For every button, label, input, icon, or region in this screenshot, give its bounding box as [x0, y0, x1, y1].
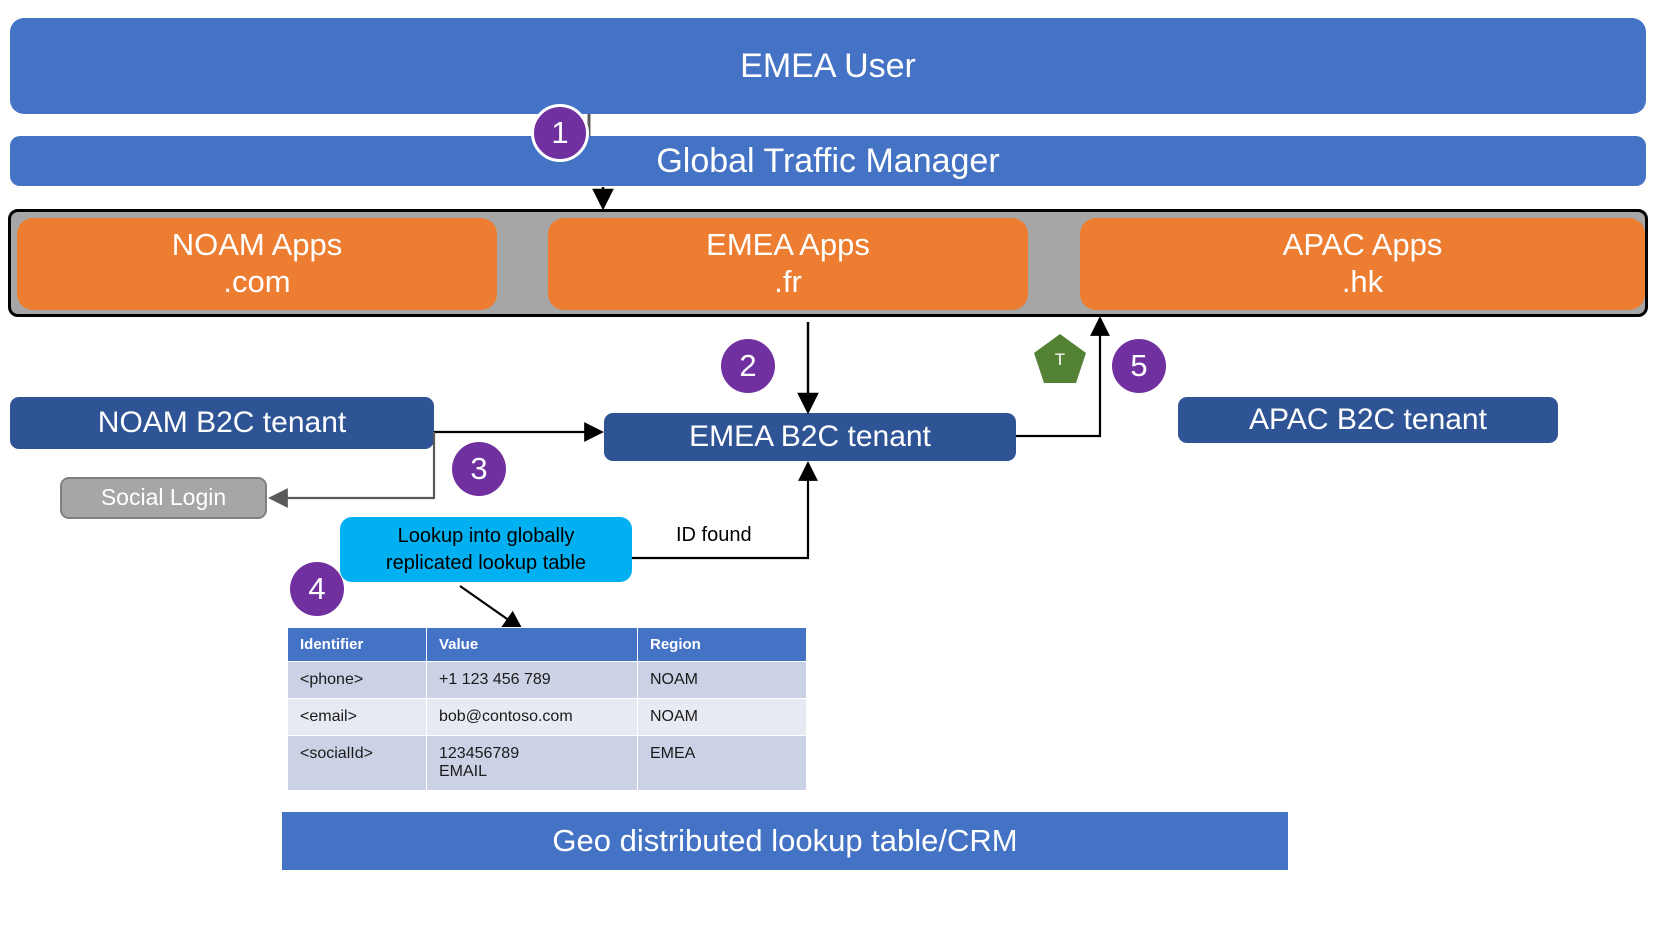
apac-b2c-tenant-box[interactable]: APAC B2C tenant	[1178, 397, 1558, 443]
global-traffic-manager-label: Global Traffic Manager	[656, 141, 1000, 180]
step-marker-1: 1	[531, 104, 589, 162]
column-header-identifier: Identifier	[287, 627, 427, 662]
table-header-row: Identifier Value Region	[287, 627, 807, 662]
emea-apps-box[interactable]: EMEA Apps .fr	[548, 218, 1028, 310]
noam-apps-domain: .com	[223, 264, 291, 299]
step-marker-4-number: 4	[308, 571, 326, 606]
token-badge-label: T	[1054, 350, 1066, 369]
noam-apps-name: NOAM Apps	[171, 227, 343, 263]
lookup-callout-box[interactable]: Lookup into globally replicated lookup t…	[340, 517, 632, 582]
lookup-callout-line1: Lookup into globally	[397, 524, 575, 547]
cell-value: +1 123 456 789	[426, 661, 638, 699]
table-row: <socialId> 123456789 EMAIL EMEA	[287, 735, 807, 791]
cell-identifier: <email>	[287, 698, 427, 736]
cell-value: 123456789 EMAIL	[426, 735, 638, 791]
step-marker-3: 3	[452, 442, 506, 496]
cell-region: NOAM	[637, 698, 807, 736]
step-marker-1-number: 1	[551, 115, 569, 150]
table-row: <phone> +1 123 456 789 NOAM	[287, 661, 807, 699]
column-header-value: Value	[426, 627, 638, 662]
cell-region: NOAM	[637, 661, 807, 699]
geo-lookup-crm-label: Geo distributed lookup table/CRM	[552, 822, 1018, 858]
global-traffic-manager-bar[interactable]: Global Traffic Manager	[10, 136, 1646, 186]
emea-user-bar[interactable]: EMEA User	[10, 18, 1646, 114]
noam-b2c-tenant-label: NOAM B2C tenant	[97, 406, 347, 440]
emea-user-label: EMEA User	[740, 46, 916, 85]
apac-apps-domain: .hk	[1341, 264, 1384, 299]
apac-apps-name: APAC Apps	[1282, 227, 1443, 263]
emea-b2c-tenant-label: EMEA B2C tenant	[689, 420, 931, 454]
cell-identifier: <phone>	[287, 661, 427, 699]
column-header-region: Region	[637, 627, 807, 662]
social-login-box[interactable]: Social Login	[60, 477, 267, 519]
step-marker-5: 5	[1112, 339, 1166, 393]
apac-apps-box[interactable]: APAC Apps .hk	[1080, 218, 1645, 310]
geo-lookup-crm-bar[interactable]: Geo distributed lookup table/CRM	[282, 812, 1288, 870]
lookup-table: Identifier Value Region <phone> +1 123 4…	[287, 627, 807, 791]
social-login-label: Social Login	[100, 484, 227, 511]
noam-apps-box[interactable]: NOAM Apps .com	[17, 218, 497, 310]
step-marker-2: 2	[721, 339, 775, 393]
noam-b2c-tenant-box[interactable]: NOAM B2C tenant	[10, 397, 434, 449]
step-marker-3-number: 3	[470, 451, 488, 486]
id-found-label: ID found	[676, 524, 752, 546]
emea-b2c-tenant-box[interactable]: EMEA B2C tenant	[604, 413, 1016, 461]
step-marker-5-number: 5	[1130, 348, 1148, 383]
step-marker-4: 4	[290, 562, 344, 616]
emea-apps-domain: .fr	[774, 264, 802, 299]
step-marker-2-number: 2	[739, 348, 757, 383]
table-row: <email> bob@contoso.com NOAM	[287, 698, 807, 736]
cell-value: bob@contoso.com	[426, 698, 638, 736]
cell-region: EMEA	[637, 735, 807, 791]
token-badge: T	[1033, 333, 1087, 385]
diagram-canvas: EMEA User Global Traffic Manager NOAM Ap…	[0, 0, 1656, 930]
cell-identifier: <socialId>	[287, 735, 427, 791]
apps-region-frame: NOAM Apps .com EMEA Apps .fr APAC Apps .…	[8, 209, 1648, 317]
emea-apps-name: EMEA Apps	[706, 227, 870, 263]
apac-b2c-tenant-label: APAC B2C tenant	[1249, 403, 1487, 437]
lookup-callout-line2: replicated lookup table	[385, 551, 587, 574]
